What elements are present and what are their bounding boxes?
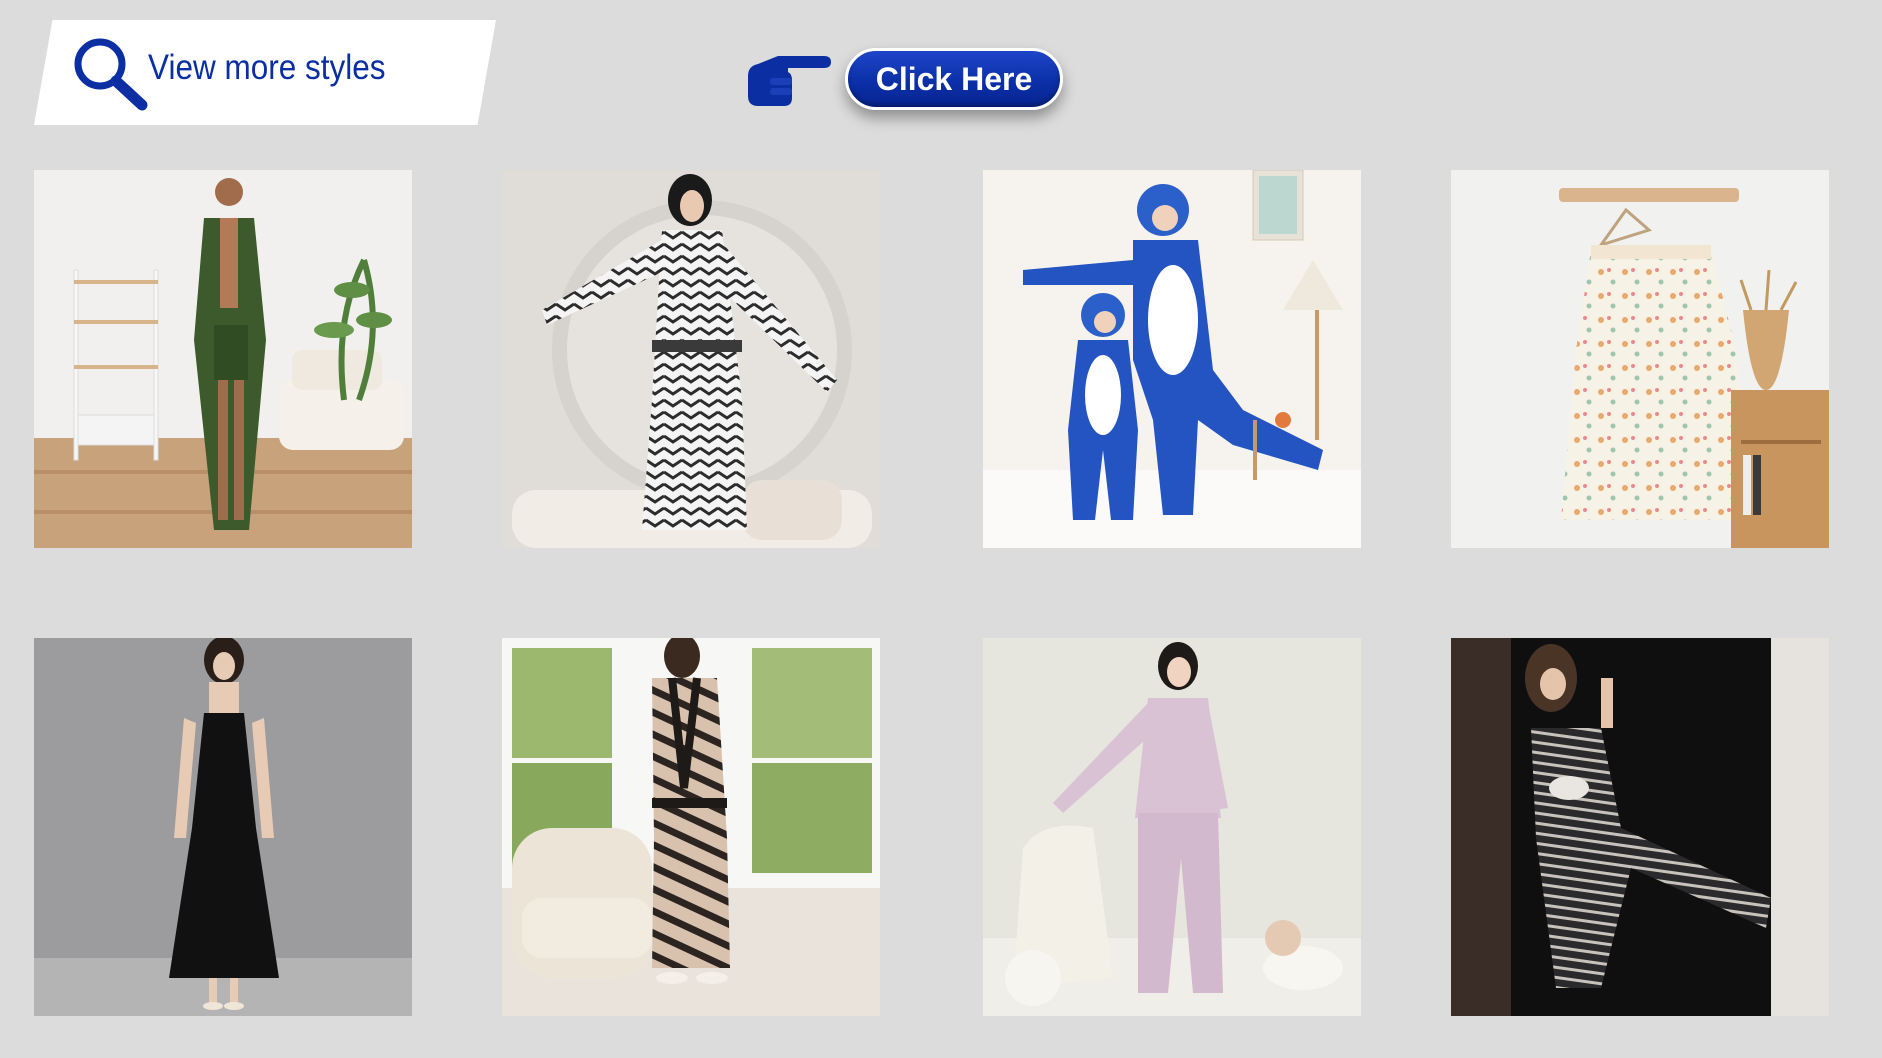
lilac-pajamas-photo (983, 638, 1361, 1016)
click-here-label: Click Here (875, 61, 1033, 97)
floral-nightgown-photo (1451, 170, 1829, 548)
zebra-plush-robe-photo (502, 170, 880, 548)
product-image-shark-onesie[interactable] (983, 170, 1361, 548)
click-here-button[interactable]: Click Here (845, 48, 1063, 110)
magnifier-icon (74, 38, 148, 111)
product-image-striped-jumpsuit[interactable] (1451, 638, 1829, 1016)
black-satin-slip-photo (34, 638, 412, 1016)
pointing-hand-icon (748, 56, 831, 106)
view-more-styles-label[interactable]: View more styles (148, 50, 386, 85)
shark-onesie-photo (983, 170, 1361, 548)
product-image-lilac-pajamas[interactable] (983, 638, 1361, 1016)
product-image-zebra-plush-robe[interactable] (502, 170, 880, 548)
zebra-kimono-photo (502, 638, 880, 1016)
product-image-green-satin-robe[interactable] (34, 170, 412, 548)
product-image-floral-nightgown[interactable] (1451, 170, 1829, 548)
striped-jumpsuit-photo (1451, 638, 1829, 1016)
green-satin-robe-photo (34, 170, 412, 548)
product-image-zebra-kimono[interactable] (502, 638, 880, 1016)
product-image-black-satin-slip[interactable] (34, 638, 412, 1016)
